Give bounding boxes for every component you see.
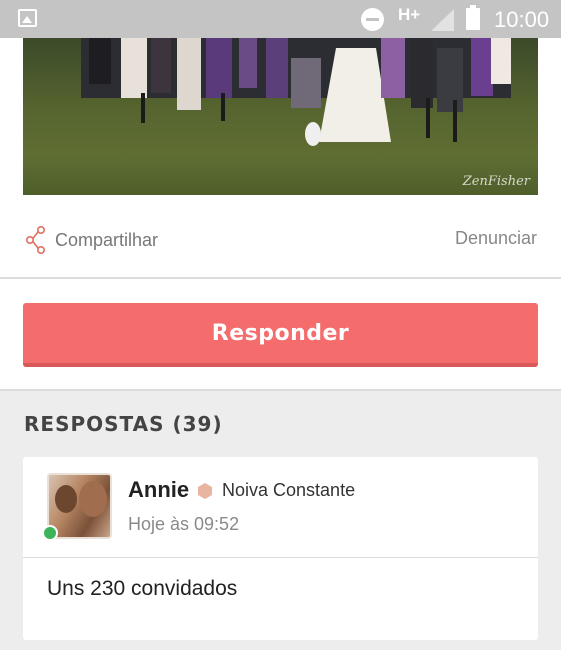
wedding-crowd-image: [81, 38, 511, 146]
network-type: H+: [398, 5, 421, 24]
gallery-icon: [18, 9, 37, 27]
battery-icon: [466, 5, 480, 30]
status-time: 10:00: [494, 7, 550, 32]
share-icon: [25, 226, 46, 254]
do-not-disturb-icon: [361, 8, 384, 31]
share-button[interactable]: Compartilhar: [25, 226, 158, 254]
reply-button[interactable]: Responder: [23, 303, 538, 367]
reply-section: Responder: [0, 279, 561, 391]
signal-icon: [431, 9, 454, 31]
report-link[interactable]: Denunciar: [455, 228, 537, 249]
online-status-indicator: [42, 525, 58, 541]
divider: [23, 557, 538, 558]
photo-watermark: ZenFisher: [462, 174, 530, 189]
hexagon-badge-icon: [198, 483, 212, 499]
answer-text: Uns 230 convidados: [47, 577, 238, 600]
answer-card: Annie Noiva Constante Hoje às 09:52 Uns …: [23, 457, 538, 640]
answer-timestamp: Hoje às 09:52: [128, 514, 240, 534]
wedding-photo[interactable]: ZenFisher: [23, 38, 538, 195]
status-bar: H+ 10:00: [0, 0, 561, 38]
answers-heading: RESPOSTAS (39): [24, 412, 223, 436]
author-rank-badge: Noiva Constante: [222, 480, 356, 500]
share-label: Compartilhar: [55, 229, 159, 250]
answer-author[interactable]: Annie: [128, 477, 189, 503]
post-card: ZenFisher Compartilhar Denunciar: [0, 38, 561, 279]
